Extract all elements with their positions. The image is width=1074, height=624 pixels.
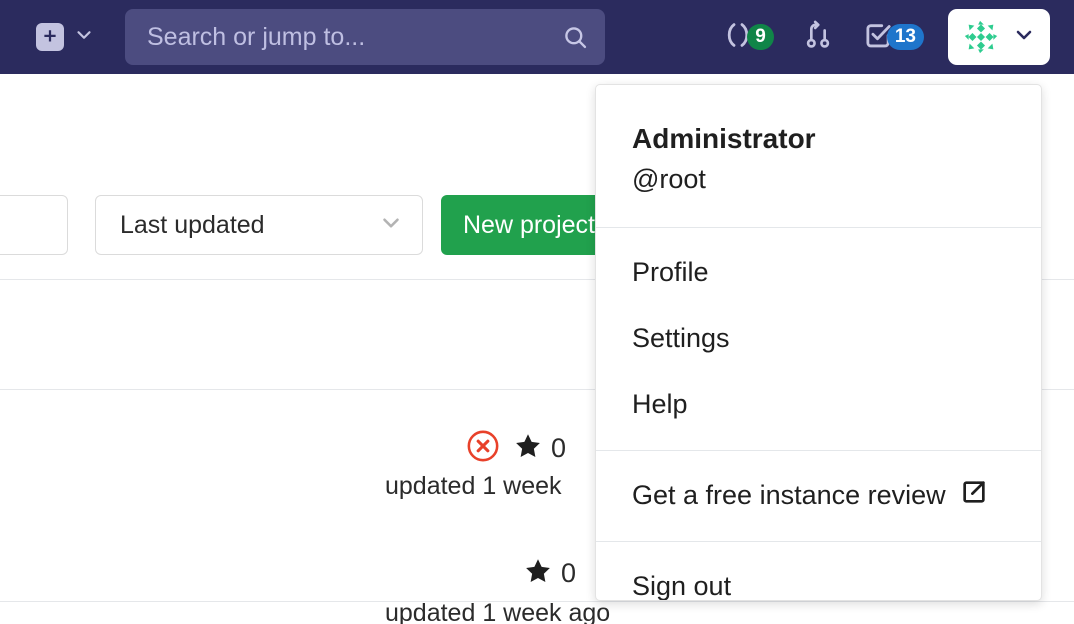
navbar-right-group: 9 — [708, 9, 1050, 65]
dropdown-item-settings[interactable]: Settings — [596, 306, 1041, 372]
navbar-item-issues[interactable]: 9 — [708, 9, 788, 65]
gitlab-app-window: Last updated New project — [0, 0, 1074, 624]
user-menu-button[interactable] — [948, 9, 1050, 65]
merge-request-icon — [802, 19, 834, 56]
table-row[interactable]: 0 — [466, 429, 566, 468]
create-new-dropdown[interactable] — [36, 23, 95, 51]
navbar-item-todos[interactable]: 13 — [848, 9, 938, 65]
user-full-name: Administrator — [632, 119, 1041, 160]
dropdown-item-instance-review-label: Get a free instance review — [632, 480, 946, 511]
user-handle: @root — [632, 160, 1041, 199]
dropdown-user-info: Administrator @root — [596, 85, 1041, 227]
star-count: 0 — [561, 558, 576, 589]
star-count: 0 — [551, 433, 566, 464]
dropdown-instance-review-group: Get a free instance review — [596, 451, 1041, 541]
project-updated-time: updated 1 week — [385, 472, 562, 501]
dropdown-item-sign-out[interactable]: Sign out — [596, 554, 1041, 601]
sort-dropdown-label: Last updated — [120, 211, 265, 240]
search-container — [125, 9, 605, 65]
avatar — [962, 18, 1000, 56]
search-icon[interactable] — [561, 23, 589, 51]
project-updated-time: updated 1 week ago — [385, 599, 610, 624]
new-project-button[interactable]: New project — [441, 195, 617, 255]
plus-square-icon[interactable] — [36, 23, 64, 51]
todos-badge: 13 — [887, 24, 924, 50]
star-icon — [513, 431, 543, 466]
project-filter-input[interactable] — [0, 195, 68, 255]
chevron-down-icon[interactable] — [73, 24, 95, 51]
star-count-group[interactable]: 0 — [523, 556, 576, 591]
sort-dropdown[interactable]: Last updated — [95, 195, 423, 255]
top-navbar: 9 — [0, 0, 1074, 74]
status-failed-icon[interactable] — [466, 429, 500, 468]
chevron-down-icon — [378, 210, 404, 241]
user-dropdown-menu: Administrator @root Profile Settings Hel… — [595, 84, 1042, 601]
chevron-down-icon[interactable] — [1012, 23, 1036, 52]
table-row[interactable]: 0 — [523, 556, 576, 591]
dropdown-item-instance-review[interactable]: Get a free instance review — [596, 463, 1041, 529]
issues-badge: 9 — [747, 24, 774, 50]
star-icon — [523, 556, 553, 591]
search-input[interactable] — [125, 9, 605, 65]
star-count-group[interactable]: 0 — [513, 431, 566, 466]
dropdown-item-profile[interactable]: Profile — [596, 240, 1041, 306]
dropdown-item-help[interactable]: Help — [596, 372, 1041, 438]
dropdown-links-group: Profile Settings Help — [596, 228, 1041, 450]
external-link-icon — [960, 478, 988, 513]
dropdown-signout-group: Sign out — [596, 542, 1041, 601]
navbar-item-merge-requests[interactable] — [788, 9, 848, 65]
